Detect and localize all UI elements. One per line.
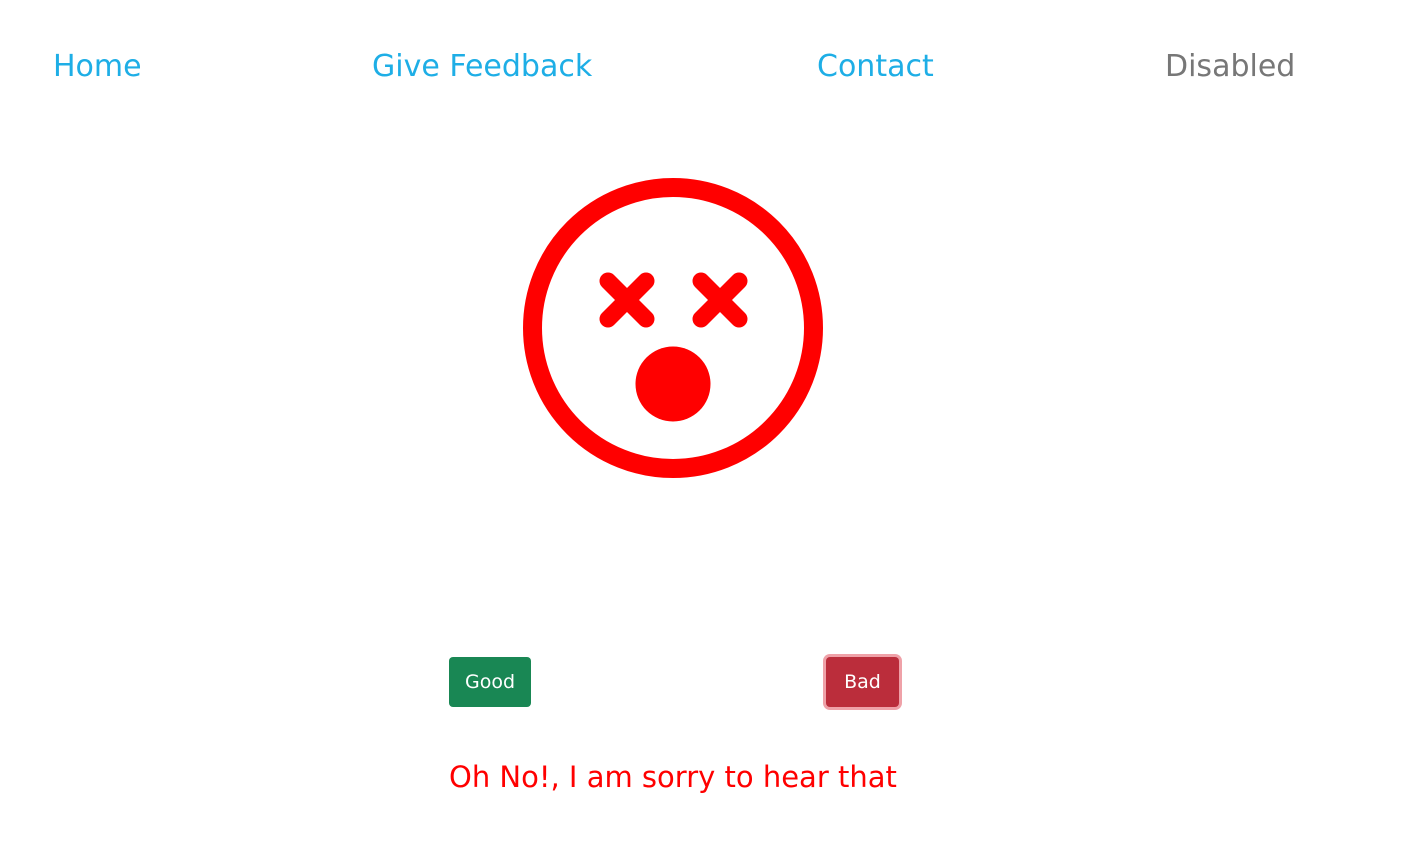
nav-give-feedback-link[interactable]: Give Feedback (372, 45, 592, 89)
open-mouth (635, 346, 711, 422)
face-outline (523, 178, 823, 478)
nav-home-link[interactable]: Home (53, 45, 142, 89)
dizzy-face-icon (522, 177, 824, 479)
left-x-eye-icon (599, 272, 655, 328)
good-button[interactable]: Good (449, 657, 531, 707)
nav-contact-link[interactable]: Contact (817, 45, 934, 89)
feedback-message: Oh No!, I am sorry to hear that (449, 760, 897, 794)
right-x-eye-icon (692, 272, 748, 328)
bad-button[interactable]: Bad (826, 657, 899, 707)
nav-disabled-link: Disabled (1165, 49, 1296, 84)
feedback-page: Home Give Feedback Contact Disabled Good… (0, 0, 1407, 853)
